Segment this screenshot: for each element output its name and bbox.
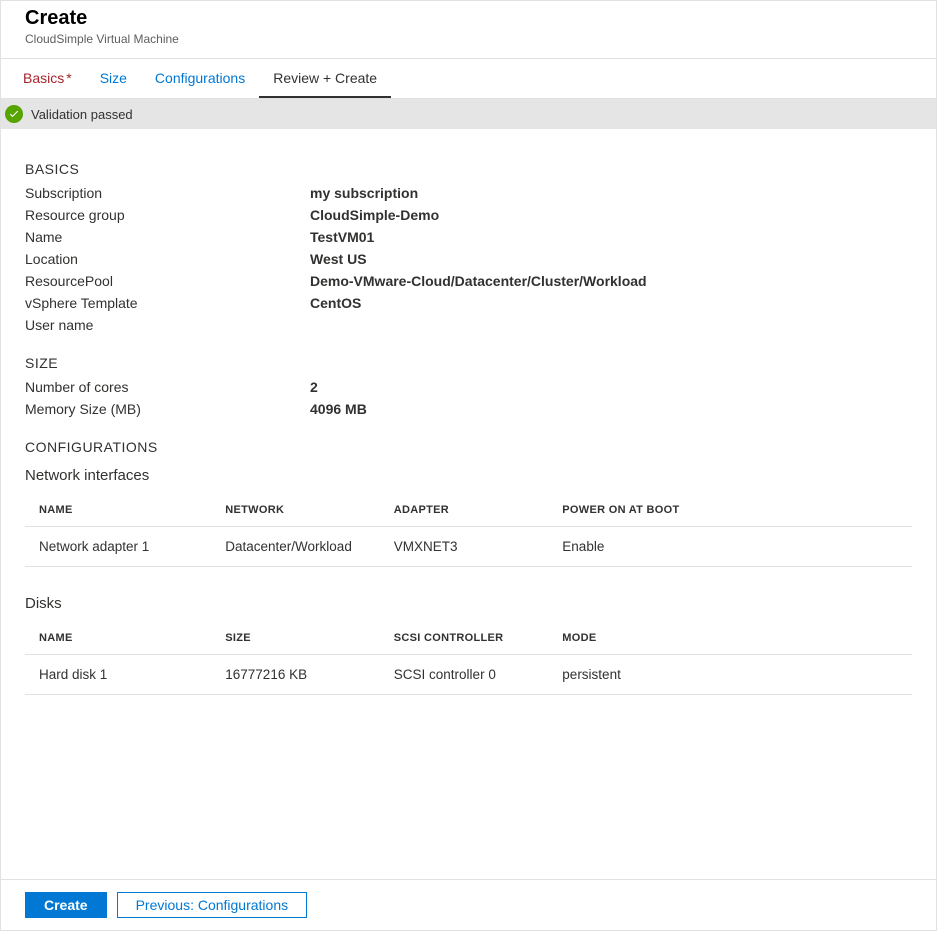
cell-adapter: VMXNET3	[380, 527, 549, 567]
cell-disk-name: Hard disk 1	[25, 655, 211, 695]
row-cores: Number of cores 2	[25, 379, 912, 395]
th-adapter: ADAPTER	[380, 494, 549, 527]
cores-label: Number of cores	[25, 379, 310, 395]
create-button[interactable]: Create	[25, 892, 107, 918]
disks-table: NAME SIZE SCSI CONTROLLER MODE Hard disk…	[25, 622, 912, 695]
tab-size[interactable]: Size	[86, 59, 141, 98]
template-label: vSphere Template	[25, 295, 310, 311]
rg-label: Resource group	[25, 207, 310, 223]
tab-bar: Basics * Size Configurations Review + Cr…	[1, 59, 936, 99]
basics-heading: BASICS	[25, 161, 912, 177]
page-header: Create CloudSimple Virtual Machine	[1, 1, 936, 59]
location-value: West US	[310, 251, 367, 267]
th-network: NETWORK	[211, 494, 380, 527]
cell-disk-size: 16777216 KB	[211, 655, 380, 695]
cell-network: Datacenter/Workload	[211, 527, 380, 567]
table-row: Network adapter 1 Datacenter/Workload VM…	[25, 527, 912, 567]
th-disk-mode: MODE	[548, 622, 912, 655]
th-power: POWER ON AT BOOT	[548, 494, 912, 527]
template-value: CentOS	[310, 295, 361, 311]
cores-value: 2	[310, 379, 318, 395]
location-label: Location	[25, 251, 310, 267]
validation-bar: Validation passed	[1, 99, 936, 129]
subscription-value: my subscription	[310, 185, 418, 201]
memory-value: 4096 MB	[310, 401, 367, 417]
tab-basics-label: Basics	[23, 70, 64, 86]
row-resource-pool: ResourcePool Demo-VMware-Cloud/Datacente…	[25, 273, 912, 289]
size-heading: SIZE	[25, 355, 912, 371]
row-memory: Memory Size (MB) 4096 MB	[25, 401, 912, 417]
row-name: Name TestVM01	[25, 229, 912, 245]
table-row: Hard disk 1 16777216 KB SCSI controller …	[25, 655, 912, 695]
tab-configurations[interactable]: Configurations	[141, 59, 259, 98]
page-title: Create	[25, 7, 912, 30]
cell-disk-scsi: SCSI controller 0	[380, 655, 549, 695]
user-label: User name	[25, 317, 310, 333]
rg-value: CloudSimple-Demo	[310, 207, 439, 223]
row-location: Location West US	[25, 251, 912, 267]
check-icon	[5, 105, 23, 123]
th-disk-size: SIZE	[211, 622, 380, 655]
validation-text: Validation passed	[31, 107, 133, 122]
tab-basics[interactable]: Basics *	[9, 59, 86, 98]
tab-review-create[interactable]: Review + Create	[259, 59, 391, 98]
review-content: BASICS Subscription my subscription Reso…	[1, 129, 936, 695]
row-template: vSphere Template CentOS	[25, 295, 912, 311]
name-value: TestVM01	[310, 229, 374, 245]
cell-disk-mode: persistent	[548, 655, 912, 695]
footer-bar: Create Previous: Configurations	[1, 879, 936, 930]
th-disk-scsi: SCSI CONTROLLER	[380, 622, 549, 655]
pool-label: ResourcePool	[25, 273, 310, 289]
row-resource-group: Resource group CloudSimple-Demo	[25, 207, 912, 223]
subscription-label: Subscription	[25, 185, 310, 201]
network-interfaces-sub: Network interfaces	[25, 467, 912, 484]
disks-sub: Disks	[25, 595, 912, 612]
tab-size-label: Size	[100, 70, 127, 86]
table-header-row: NAME SIZE SCSI CONTROLLER MODE	[25, 622, 912, 655]
previous-button[interactable]: Previous: Configurations	[117, 892, 308, 918]
name-label: Name	[25, 229, 310, 245]
memory-label: Memory Size (MB)	[25, 401, 310, 417]
row-subscription: Subscription my subscription	[25, 185, 912, 201]
table-header-row: NAME NETWORK ADAPTER POWER ON AT BOOT	[25, 494, 912, 527]
pool-value: Demo-VMware-Cloud/Datacenter/Cluster/Wor…	[310, 273, 647, 289]
tab-configurations-label: Configurations	[155, 70, 245, 86]
cell-name: Network adapter 1	[25, 527, 211, 567]
cell-power: Enable	[548, 527, 912, 567]
th-name: NAME	[25, 494, 211, 527]
required-asterisk: *	[66, 70, 71, 86]
th-disk-name: NAME	[25, 622, 211, 655]
row-username: User name	[25, 317, 912, 333]
network-interfaces-table: NAME NETWORK ADAPTER POWER ON AT BOOT Ne…	[25, 494, 912, 567]
page-subtitle: CloudSimple Virtual Machine	[25, 32, 912, 46]
configurations-heading: CONFIGURATIONS	[25, 439, 912, 455]
tab-review-label: Review + Create	[273, 70, 377, 86]
